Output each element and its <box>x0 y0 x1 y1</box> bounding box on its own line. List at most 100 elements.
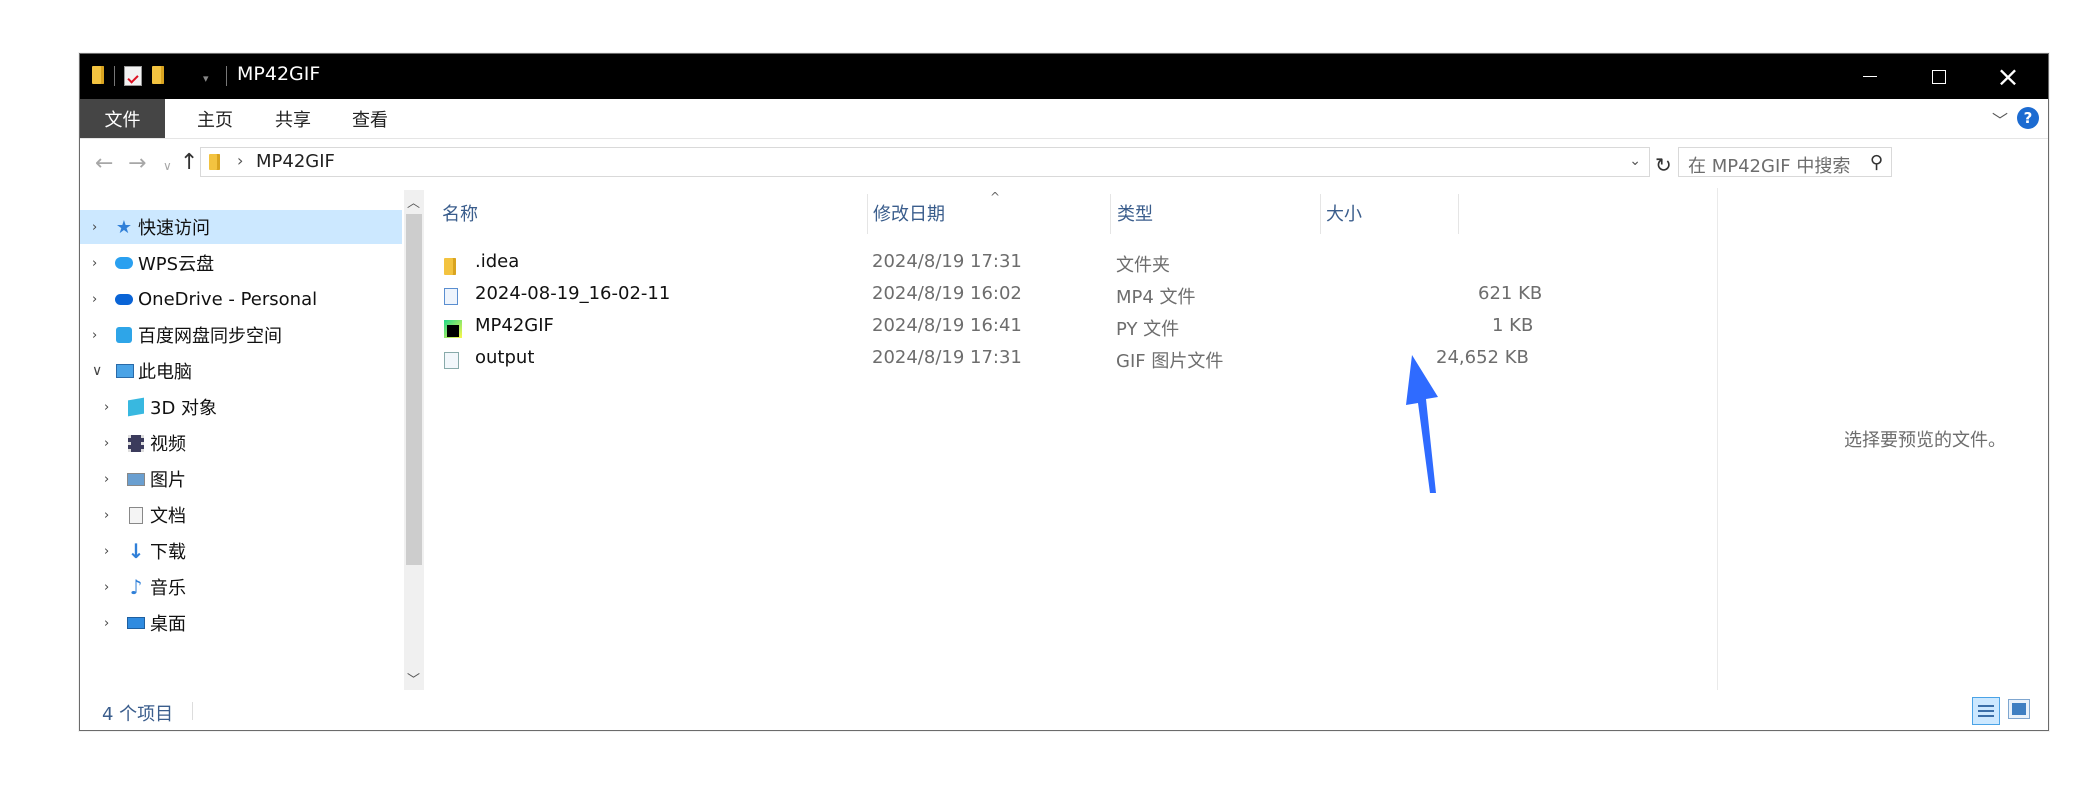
sidebar-item-label: 下载 <box>150 542 186 563</box>
tab-home[interactable]: 主页 <box>175 99 255 138</box>
videos-icon <box>127 434 145 452</box>
sidebar-scrollbar[interactable]: ︿ ﹀ <box>404 190 424 690</box>
scroll-up-icon[interactable]: ︿ <box>407 192 420 211</box>
preview-placeholder-text: 选择要预览的文件。 <box>1844 430 2006 451</box>
quick-access-toolbar-dropdown[interactable]: ▾ <box>203 72 209 85</box>
address-dropdown-icon[interactable]: ⌄ <box>1629 153 1641 169</box>
tab-view[interactable]: 查看 <box>330 99 410 138</box>
title-bar: ▾ MP42GIF × <box>80 54 2048 99</box>
sidebar-item-wps-cloud[interactable]: › WPS云盘 <box>80 246 402 280</box>
search-input[interactable]: 在 MP42GIF 中搜索 ⚲ <box>1678 147 1892 177</box>
breadcrumb-current-folder[interactable]: MP42GIF <box>256 151 335 172</box>
expand-ribbon-chevron-icon[interactable]: ﹀ <box>1992 107 2008 131</box>
column-header-date[interactable]: 修改日期 <box>873 200 945 226</box>
sidebar-item-quick-access[interactable]: › ★ 快速访问 <box>80 210 402 244</box>
folder-icon <box>444 253 462 275</box>
close-button[interactable]: × <box>1973 54 2043 99</box>
file-row[interactable]: output 2024/8/19 17:31 GIF 图片文件 24,652 K… <box>430 342 1530 374</box>
expand-chevron-icon[interactable]: › <box>104 436 109 451</box>
this-pc-icon <box>116 362 134 380</box>
baidu-netdisk-icon <box>115 326 133 344</box>
search-icon: ⚲ <box>1869 152 1883 173</box>
minimize-button[interactable] <box>1835 54 1905 99</box>
column-header-type[interactable]: 类型 <box>1117 200 1153 226</box>
ribbon-tabs: 文件 主页 共享 查看 ﹀ ? <box>80 99 2048 139</box>
sidebar-item-label: 视频 <box>150 434 186 455</box>
sidebar-item-label: 百度网盘同步空间 <box>138 326 282 347</box>
sidebar-item-onedrive[interactable]: › OneDrive - Personal <box>80 282 402 316</box>
maximize-button[interactable] <box>1904 54 1974 99</box>
expand-chevron-icon[interactable]: › <box>92 256 97 271</box>
address-bar[interactable]: › MP42GIF ⌄ <box>200 147 1650 177</box>
column-header-name[interactable]: 名称 <box>442 200 478 226</box>
sidebar-item-documents[interactable]: › 文档 <box>80 498 402 532</box>
file-size: 24,652 KB <box>1436 347 1529 368</box>
documents-icon <box>127 506 145 524</box>
onedrive-icon <box>115 290 133 308</box>
back-arrow-icon[interactable]: ← <box>95 151 113 176</box>
forward-arrow-icon[interactable]: → <box>128 151 146 176</box>
sidebar-item-this-pc[interactable]: ∨ 此电脑 <box>80 354 402 388</box>
sidebar-item-3d-objects[interactable]: › 3D 对象 <box>80 390 402 424</box>
file-date: 2024/8/19 16:02 <box>872 283 1022 304</box>
expand-chevron-icon[interactable]: › <box>104 580 109 595</box>
tab-file[interactable]: 文件 <box>80 99 165 138</box>
sidebar-item-music[interactable]: › ♪ 音乐 <box>80 570 402 604</box>
sidebar-item-desktop[interactable]: › 桌面 <box>80 606 402 640</box>
explorer-window: ▾ MP42GIF × 文件 主页 共享 查看 ﹀ ? ← → ∨ ↑ › MP… <box>79 53 2049 731</box>
expand-chevron-icon[interactable]: › <box>92 292 97 307</box>
column-divider[interactable] <box>867 194 868 234</box>
new-folder-icon[interactable] <box>152 66 164 84</box>
sidebar-item-downloads[interactable]: › ↓ 下载 <box>80 534 402 568</box>
refresh-icon[interactable]: ↻ <box>1655 153 1672 177</box>
column-divider[interactable] <box>1458 194 1459 234</box>
up-arrow-icon[interactable]: ↑ <box>180 150 198 175</box>
search-placeholder: 在 MP42GIF 中搜索 <box>1688 156 1851 177</box>
sidebar-item-videos[interactable]: › 视频 <box>80 426 402 460</box>
column-divider[interactable] <box>1110 194 1111 234</box>
sidebar-item-label: 文档 <box>150 506 186 527</box>
file-date: 2024/8/19 17:31 <box>872 347 1022 368</box>
file-list: ^ 名称 修改日期 类型 大小 .idea 2024/8/19 17:31 文件… <box>430 188 1710 690</box>
expand-chevron-icon[interactable]: › <box>104 472 109 487</box>
tab-share[interactable]: 共享 <box>253 99 333 138</box>
file-row[interactable]: MP42GIF 2024/8/19 16:41 PY 文件 1 KB <box>430 310 1533 342</box>
help-icon[interactable]: ? <box>2017 107 2039 129</box>
sidebar-item-label: 此电脑 <box>138 362 192 383</box>
collapse-chevron-icon[interactable]: ∨ <box>92 363 102 379</box>
sidebar-item-label: 快速访问 <box>138 218 210 239</box>
status-bar: 4 个项目 <box>80 690 2048 730</box>
toolbar-separator <box>226 66 227 86</box>
details-view-icon[interactable] <box>1972 697 2000 725</box>
expand-chevron-icon[interactable]: › <box>104 544 109 559</box>
file-date: 2024/8/19 16:41 <box>872 315 1022 336</box>
3d-objects-icon <box>127 397 145 417</box>
expand-chevron-icon[interactable]: › <box>104 508 109 523</box>
sort-ascending-icon: ^ <box>990 190 1001 204</box>
preview-pane-divider[interactable] <box>1717 188 1718 690</box>
file-row[interactable]: 2024-08-19_16-02-11 2024/8/19 16:02 MP4 … <box>430 278 1542 310</box>
column-divider[interactable] <box>1320 194 1321 234</box>
expand-chevron-icon[interactable]: › <box>92 220 97 235</box>
large-icons-view-icon[interactable] <box>2008 699 2030 719</box>
maximize-icon <box>1932 69 1946 84</box>
file-type: GIF 图片文件 <box>1116 351 1224 372</box>
toolbar-separator <box>114 66 115 86</box>
file-type: PY 文件 <box>1116 319 1180 340</box>
sidebar-item-pictures[interactable]: › 图片 <box>80 462 402 496</box>
minimize-icon <box>1863 76 1877 77</box>
expand-chevron-icon[interactable]: › <box>92 328 97 343</box>
scrollbar-thumb[interactable] <box>406 214 422 565</box>
recent-locations-chevron-icon[interactable]: ∨ <box>163 159 172 173</box>
file-name: output <box>475 347 535 368</box>
navigation-bar: ← → ∨ ↑ › MP42GIF ⌄ ↻ 在 MP42GIF 中搜索 ⚲ <box>80 139 2048 187</box>
sidebar-item-baidu-netdisk[interactable]: › 百度网盘同步空间 <box>80 318 402 352</box>
properties-icon[interactable] <box>124 66 142 86</box>
expand-chevron-icon[interactable]: › <box>104 616 109 631</box>
scroll-down-icon[interactable]: ﹀ <box>407 669 420 688</box>
downloads-icon: ↓ <box>127 539 145 563</box>
expand-chevron-icon[interactable]: › <box>104 400 109 415</box>
column-header-size[interactable]: 大小 <box>1326 200 1362 226</box>
breadcrumb-chevron-icon[interactable]: › <box>237 151 243 170</box>
file-row[interactable]: .idea 2024/8/19 17:31 文件夹 <box>430 246 1530 278</box>
